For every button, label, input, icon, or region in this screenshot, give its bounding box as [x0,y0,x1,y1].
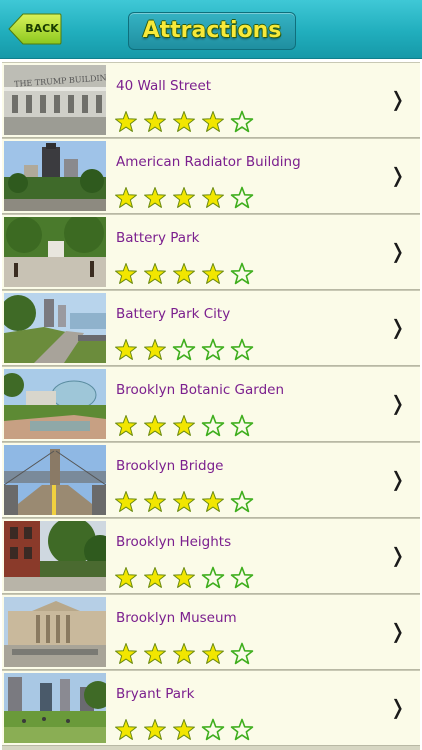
star-filled-icon [144,567,166,588]
star-empty-icon [230,490,254,513]
star-filled-icon [173,415,195,436]
attraction-name: Battery Park City [116,306,231,322]
garden-photo [4,369,106,439]
star-filled-icon [115,111,137,132]
star-filled-icon [202,263,224,284]
star-filled-icon [144,187,166,208]
list-item[interactable]: Brooklyn Museum ❭ [2,594,420,670]
list-item[interactable]: Battery Park City ❭ [2,290,420,366]
star-empty-icon [230,566,254,589]
star-filled-icon [144,263,166,284]
list-item[interactable]: Battery Park ❭ [2,214,420,290]
building-photo: THE TRUMP BUILDING [4,65,106,135]
star-empty-icon [230,338,254,361]
star-filled-icon [144,339,166,360]
rating-stars [114,110,264,134]
street-photo [4,521,106,591]
star-empty-icon [230,642,254,665]
star-empty-icon [230,186,254,209]
star-filled-icon [202,643,224,664]
attraction-name: Brooklyn Museum [116,610,237,626]
star-empty-icon [172,338,196,361]
chevron-right-icon[interactable]: ❭ [389,619,406,643]
attraction-name: 40 Wall Street [116,78,212,94]
star-filled-icon [144,491,166,512]
rating-stars [114,642,264,666]
attractions-list[interactable]: THE TRUMP BUILDING 40 Wall Street ❭ Amer… [2,62,420,750]
rating-stars [114,262,264,286]
star-filled-icon [173,111,195,132]
waterfront-photo [4,293,106,363]
attraction-name: American Radiator Building [116,154,301,170]
star-filled-icon [173,263,195,284]
title-box: Attractions [128,12,296,50]
rating-stars [114,414,264,438]
star-filled-icon [202,187,224,208]
star-empty-icon [201,338,225,361]
star-empty-icon [201,718,225,741]
navigation-bar: BACK Attractions [0,0,422,59]
attraction-name: Brooklyn Bridge [116,458,224,474]
star-filled-icon [115,567,137,588]
star-filled-icon [115,643,137,664]
attraction-name: Battery Park [116,230,200,246]
star-filled-icon [173,491,195,512]
star-filled-icon [144,643,166,664]
museum-photo [4,597,106,667]
list-item[interactable]: Brooklyn Heights ❭ [2,518,420,594]
rating-stars [114,338,264,362]
attraction-name: Bryant Park [116,686,195,702]
list-item[interactable]: American Radiator Building ❭ [2,138,420,214]
plaza-photo [4,673,106,743]
star-empty-icon [230,262,254,285]
list-item[interactable]: Brooklyn Bridge ❭ [2,442,420,518]
list-item[interactable]: Bryant Park ❭ [2,670,420,746]
star-filled-icon [173,567,195,588]
rating-stars [114,490,264,514]
chevron-right-icon[interactable]: ❭ [389,315,406,339]
chevron-right-icon[interactable]: ❭ [389,695,406,719]
star-empty-icon [201,566,225,589]
star-filled-icon [173,187,195,208]
star-empty-icon [230,110,254,133]
star-empty-icon [230,718,254,741]
star-filled-icon [115,491,137,512]
star-filled-icon [202,111,224,132]
star-filled-icon [115,263,137,284]
attraction-name: Brooklyn Heights [116,534,232,550]
star-filled-icon [115,339,137,360]
star-filled-icon [144,415,166,436]
star-filled-icon [115,187,137,208]
star-filled-icon [144,719,166,740]
star-filled-icon [144,111,166,132]
star-empty-icon [230,414,254,437]
star-filled-icon [115,415,137,436]
list-item[interactable]: Brooklyn Botanic Garden ❭ [2,366,420,442]
chevron-right-icon[interactable]: ❭ [389,163,406,187]
list-item[interactable]: THE TRUMP BUILDING 40 Wall Street ❭ [2,62,420,138]
page-title: Attractions [142,18,282,43]
chevron-right-icon[interactable]: ❭ [389,87,406,111]
chevron-right-icon[interactable]: ❭ [389,467,406,491]
star-filled-icon [173,719,195,740]
chevron-right-icon[interactable]: ❭ [389,239,406,263]
chevron-right-icon[interactable]: ❭ [389,391,406,415]
star-empty-icon [201,414,225,437]
rating-stars [114,718,264,742]
park-photo [4,217,106,287]
back-button-label: BACK [25,22,59,35]
bridge-photo [4,445,106,515]
back-button[interactable]: BACK [8,13,62,45]
attraction-name: Brooklyn Botanic Garden [116,382,285,398]
star-filled-icon [173,643,195,664]
chevron-right-icon[interactable]: ❭ [389,543,406,567]
star-filled-icon [202,491,224,512]
skyline-photo [4,141,106,211]
rating-stars [114,566,264,590]
rating-stars [114,186,264,210]
star-filled-icon [115,719,137,740]
